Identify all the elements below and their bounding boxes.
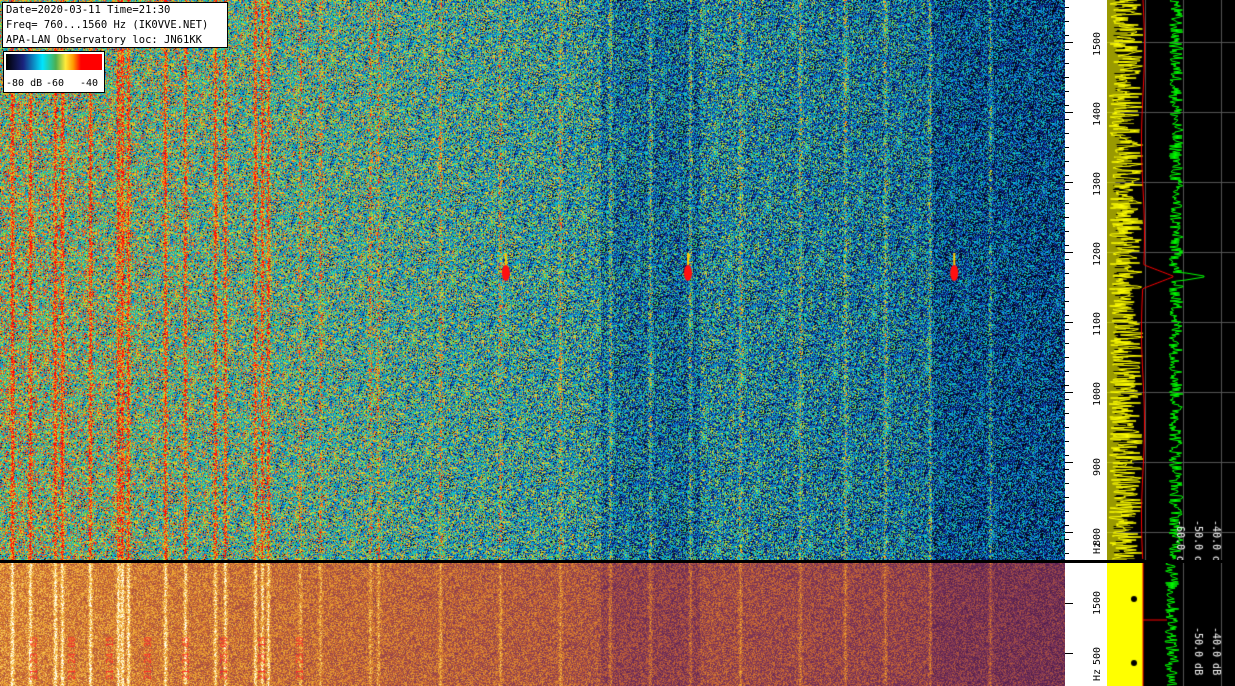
freq-tick-label: 1200 xyxy=(1092,241,1103,266)
freq-minor-tick xyxy=(1065,385,1069,386)
freq-minor-tick xyxy=(1065,77,1069,78)
freq-tick xyxy=(1065,42,1073,43)
freq-tick xyxy=(1065,182,1073,183)
freq-tick-label: 1000 xyxy=(1092,381,1103,406)
freq-tick-label: 1300 xyxy=(1092,171,1103,196)
scale-label-mid: -60 xyxy=(46,78,65,89)
freq-minor-tick xyxy=(1065,231,1069,232)
freq-minor-tick xyxy=(1065,105,1069,106)
wideband-spectrum-panel xyxy=(1107,563,1235,686)
freq-minor-tick xyxy=(1065,245,1069,246)
freq-tick xyxy=(1065,322,1073,323)
freq-minor-tick xyxy=(1065,91,1069,92)
freq-minor-tick xyxy=(1065,217,1069,218)
freq-minor-tick xyxy=(1065,287,1069,288)
freq-tick xyxy=(1065,392,1073,393)
freq-minor-tick xyxy=(1065,301,1069,302)
freq-minor-tick xyxy=(1065,511,1069,512)
freq-minor-tick xyxy=(1065,7,1069,8)
freq-minor-tick xyxy=(1065,413,1069,414)
freq-tick xyxy=(1065,252,1073,253)
wideband-unit-label: Hz xyxy=(1092,668,1103,681)
freq-minor-tick xyxy=(1065,455,1069,456)
freq-minor-tick xyxy=(1065,357,1069,358)
freq-minor-tick xyxy=(1065,399,1069,400)
freq-minor-tick xyxy=(1065,483,1069,484)
wideband-freq-tick-label: 1500 xyxy=(1092,590,1103,615)
spectrogram-window: 800 900 1000 1100 1200 1300 1400 1500 Hz 1500 500… xyxy=(0,0,1235,686)
freq-minor-tick xyxy=(1065,175,1069,176)
color-scale-bar xyxy=(6,54,102,70)
freq-tick-label: 1500 xyxy=(1092,31,1103,56)
color-scale-legend: -80 dB -60 -40 xyxy=(3,51,105,93)
freq-minor-tick xyxy=(1065,49,1069,50)
freq-minor-tick xyxy=(1065,525,1069,526)
frequency-range-label: Freq= 760...1560 Hz (IK0VVE.NET) xyxy=(6,19,209,31)
freq-unit-label: Hz xyxy=(1092,541,1103,554)
freq-minor-tick xyxy=(1065,35,1069,36)
freq-minor-tick xyxy=(1065,329,1069,330)
freq-minor-tick xyxy=(1065,273,1069,274)
info-box: Date=2020-03-11 Time=21:30 Freq= 760...1… xyxy=(2,2,228,48)
freq-minor-tick xyxy=(1065,553,1069,554)
freq-tick-label: 1100 xyxy=(1092,311,1103,336)
spectrum-panel xyxy=(1107,0,1235,560)
wideband-waterfall xyxy=(0,563,1065,686)
freq-minor-tick xyxy=(1065,119,1069,120)
freq-minor-tick xyxy=(1065,371,1069,372)
wideband-freq-tick xyxy=(1065,653,1073,654)
date-time-label: Date=2020-03-11 Time=21:30 xyxy=(6,4,171,16)
freq-minor-tick xyxy=(1065,427,1069,428)
frequency-axis: 800 900 1000 1100 1200 1300 1400 1500 Hz xyxy=(1065,0,1107,560)
freq-minor-tick xyxy=(1065,497,1069,498)
freq-minor-tick xyxy=(1065,161,1069,162)
scale-label-max: -40 xyxy=(80,78,99,89)
freq-minor-tick xyxy=(1065,315,1069,316)
freq-minor-tick xyxy=(1065,203,1069,204)
freq-tick xyxy=(1065,112,1073,113)
freq-minor-tick xyxy=(1065,189,1069,190)
main-waterfall xyxy=(0,0,1065,560)
freq-minor-tick xyxy=(1065,469,1069,470)
freq-minor-tick xyxy=(1065,147,1069,148)
wideband-freq-tick-label: 500 xyxy=(1092,646,1103,665)
wideband-freq-tick xyxy=(1065,603,1073,604)
observatory-label: APA-LAN Observatory loc: JN61KK xyxy=(6,34,202,46)
freq-tick-label: 1400 xyxy=(1092,101,1103,126)
freq-tick-label: 900 xyxy=(1092,457,1103,476)
freq-minor-tick xyxy=(1065,441,1069,442)
freq-minor-tick xyxy=(1065,63,1069,64)
freq-minor-tick xyxy=(1065,21,1069,22)
freq-minor-tick xyxy=(1065,539,1069,540)
scale-label-min: -80 dB xyxy=(6,78,43,89)
wideband-frequency-axis: 1500 500 Hz xyxy=(1065,563,1107,686)
freq-minor-tick xyxy=(1065,259,1069,260)
freq-tick xyxy=(1065,462,1073,463)
freq-minor-tick xyxy=(1065,133,1069,134)
freq-minor-tick xyxy=(1065,343,1069,344)
freq-tick xyxy=(1065,532,1073,533)
